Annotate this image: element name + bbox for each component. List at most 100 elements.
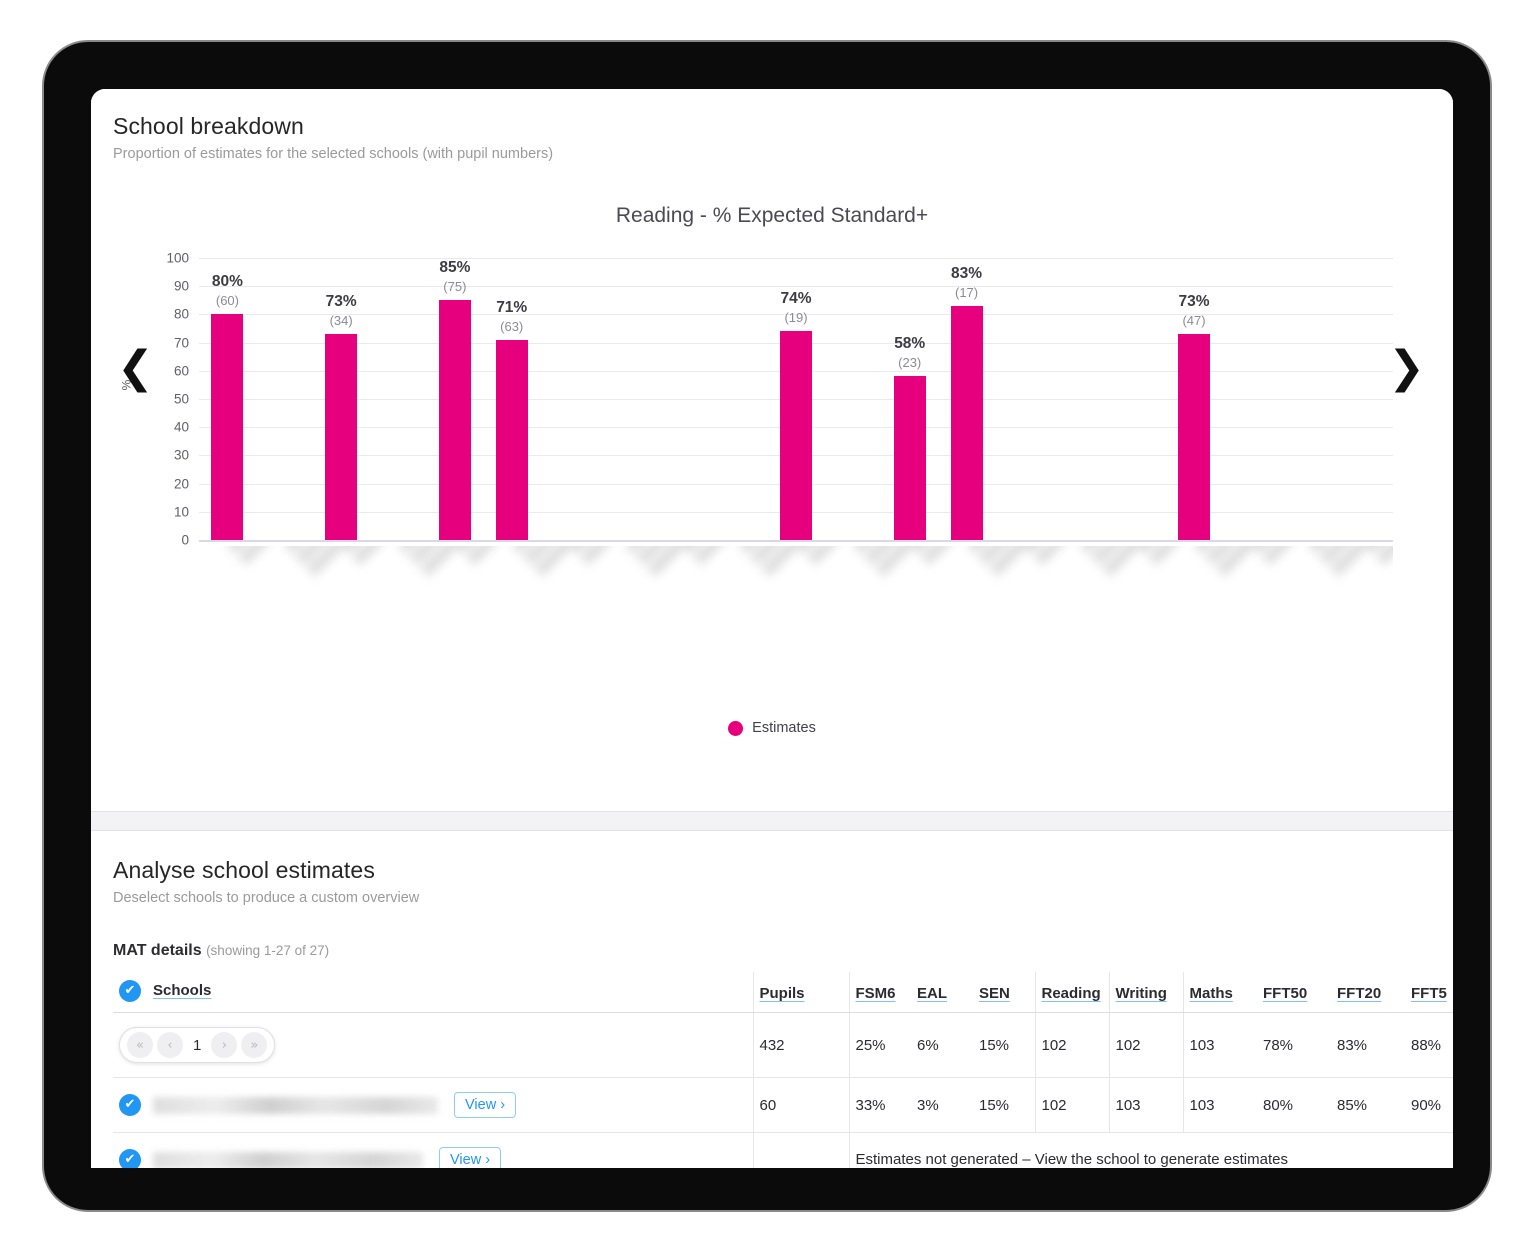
- cell-fft5: 88%: [1405, 1012, 1453, 1078]
- y-tick-label: 40: [173, 419, 189, 435]
- y-tick-label: 20: [173, 476, 189, 492]
- row-checkbox[interactable]: ✔: [119, 1094, 141, 1116]
- column-header-fft5: FFT5: [1405, 972, 1453, 1013]
- column-header-fsm6: FSM6: [848, 972, 911, 1013]
- chart-bars: 80% (60) 73% (34) 85% (75) 71% (63) 74% (19) 58% (2…: [199, 258, 1393, 540]
- sort-eal-link[interactable]: EAL: [917, 985, 947, 1002]
- cell-eal: 3%: [911, 1077, 973, 1133]
- pagination-prev-button[interactable]: ‹: [157, 1032, 183, 1058]
- sort-schools-link[interactable]: Schools: [153, 982, 211, 999]
- column-header-reading: Reading: [1034, 972, 1109, 1013]
- table-row: ✔ View › 60 33% 3% 15% 102 103 103 80% 85% 90%: [113, 1077, 1453, 1133]
- chart-bar[interactable]: [495, 339, 528, 540]
- sort-reading-link[interactable]: Reading: [1042, 985, 1101, 1002]
- school-name-redacted: [153, 1096, 438, 1114]
- bar-value-label: 71% (63): [496, 299, 527, 334]
- legend-label: Estimates: [752, 720, 816, 736]
- cell-fft20: 85%: [1331, 1077, 1405, 1133]
- chart-bar[interactable]: [211, 314, 244, 540]
- cell-school: ✔ View ›: [113, 1077, 753, 1133]
- y-tick-label: 100: [166, 250, 189, 266]
- bar-percent: 74%: [780, 290, 812, 308]
- bar-pupil-count: (75): [443, 279, 467, 295]
- chart-legend: Estimates: [113, 720, 1431, 736]
- sort-fft5-link[interactable]: FFT5: [1411, 985, 1447, 1002]
- row-checkbox[interactable]: ✔: [119, 1149, 141, 1168]
- cell-reading: 102: [1034, 1012, 1109, 1078]
- y-tick-label: 80: [173, 306, 189, 322]
- column-header-fft50: FFT50: [1257, 972, 1331, 1013]
- pagination-next-button[interactable]: ›: [211, 1032, 238, 1058]
- x-tick-label-redacted: [227, 546, 347, 652]
- sort-fsm6-link[interactable]: FSM6: [856, 985, 896, 1002]
- select-all-checkbox[interactable]: ✔: [119, 980, 141, 1002]
- y-tick-label: 90: [173, 278, 189, 294]
- page-subtitle: Proportion of estimates for the selected…: [113, 146, 554, 162]
- mat-details-heading: MAT details (showing 1-27 of 27): [113, 942, 1431, 960]
- bar-pupil-count: (63): [500, 318, 524, 334]
- sort-fft50-link[interactable]: FFT50: [1263, 985, 1307, 1002]
- sort-pupils-link[interactable]: Pupils: [760, 985, 805, 1002]
- gridline: [199, 540, 1393, 542]
- cell-pupils: [752, 1132, 849, 1168]
- bar-pupil-count: (19): [784, 310, 808, 326]
- table-header-row: ✔ Schools Pupils FSM6 EAL SEN Reading Wri…: [113, 972, 1453, 1013]
- pagination-first-button[interactable]: «: [127, 1032, 153, 1058]
- tablet-screen: School breakdown Proportion of estimates…: [91, 89, 1453, 1168]
- cell-sen: 15%: [973, 1077, 1035, 1133]
- table-section-title: Analyse school estimates: [113, 857, 375, 883]
- table-row: ✔ View › Estimates not generated – View th…: [113, 1132, 1453, 1168]
- chart-bar[interactable]: [1178, 334, 1210, 540]
- school-breakdown-card: School breakdown Proportion of estimates…: [91, 89, 1453, 811]
- bar-pupil-count: (34): [329, 313, 353, 329]
- column-header-fft20: FFT20: [1331, 972, 1405, 1013]
- cell-school: ✔ View ›: [113, 1132, 753, 1168]
- bar-value-label: 73% (47): [1178, 293, 1209, 328]
- bar-percent: 73%: [1178, 293, 1210, 311]
- chart-bar[interactable]: [438, 300, 471, 540]
- cell-reading: 102: [1034, 1077, 1109, 1133]
- y-axis-ticks: 100 90 80 70 60 50 40 30 20 10 0: [141, 251, 189, 548]
- column-header-maths: Maths: [1182, 972, 1257, 1013]
- pagination-current-page: 1: [193, 1036, 202, 1054]
- column-header-eal: EAL: [911, 972, 973, 1013]
- y-tick-label: 50: [173, 391, 189, 407]
- sort-maths-link[interactable]: Maths: [1190, 985, 1233, 1002]
- view-school-button[interactable]: View ›: [454, 1092, 517, 1118]
- y-tick-label: 60: [173, 363, 189, 379]
- pagination-control[interactable]: «‹ 1 ›»: [119, 1027, 276, 1063]
- chart-title: Reading - % Expected Standard+: [615, 204, 929, 227]
- cell-maths: 103: [1182, 1012, 1257, 1078]
- chart-bar[interactable]: [950, 305, 983, 540]
- bar-percent: 58%: [894, 335, 926, 353]
- cell-pupils: 60: [752, 1077, 849, 1133]
- bar-percent: 85%: [439, 259, 471, 277]
- chart-bar[interactable]: [780, 331, 812, 540]
- sort-sen-link[interactable]: SEN: [979, 985, 1010, 1002]
- y-tick-label: 70: [173, 335, 189, 351]
- sort-writing-link[interactable]: Writing: [1116, 985, 1167, 1002]
- bar-percent: 73%: [325, 293, 357, 311]
- cell-pupils: 432: [752, 1012, 849, 1078]
- bar-pupil-count: (47): [1182, 313, 1206, 329]
- bar-value-label: 58% (23): [894, 335, 925, 370]
- sort-fft20-link[interactable]: FFT20: [1337, 985, 1381, 1002]
- column-header-writing: Writing: [1108, 972, 1183, 1013]
- pagination-last-button[interactable]: »: [241, 1032, 268, 1058]
- bar-pupil-count: (60): [215, 293, 239, 309]
- view-school-button[interactable]: View ›: [439, 1147, 502, 1168]
- bar-value-label: 74% (19): [780, 290, 811, 325]
- table-row: «‹ 1 ›» 432 25% 6% 15% 102 102 103 78% 83% 88%: [113, 1012, 1453, 1078]
- bar-pupil-count: (23): [898, 355, 922, 371]
- y-tick-label: 30: [173, 447, 189, 463]
- chart-bar[interactable]: [325, 334, 358, 540]
- cell-sen: 15%: [973, 1012, 1035, 1078]
- bar-value-label: 83% (17): [951, 265, 982, 300]
- legend-color-dot-icon: [728, 720, 744, 736]
- cell-writing: 102: [1108, 1012, 1183, 1078]
- column-header-pupils: Pupils: [752, 972, 849, 1013]
- table-section-subtitle: Deselect schools to produce a custom ove…: [113, 890, 420, 906]
- chart-next-arrow-icon[interactable]: ❯: [1388, 346, 1425, 390]
- bar-value-label: 80% (60): [212, 273, 243, 308]
- chart-bar[interactable]: [893, 376, 926, 540]
